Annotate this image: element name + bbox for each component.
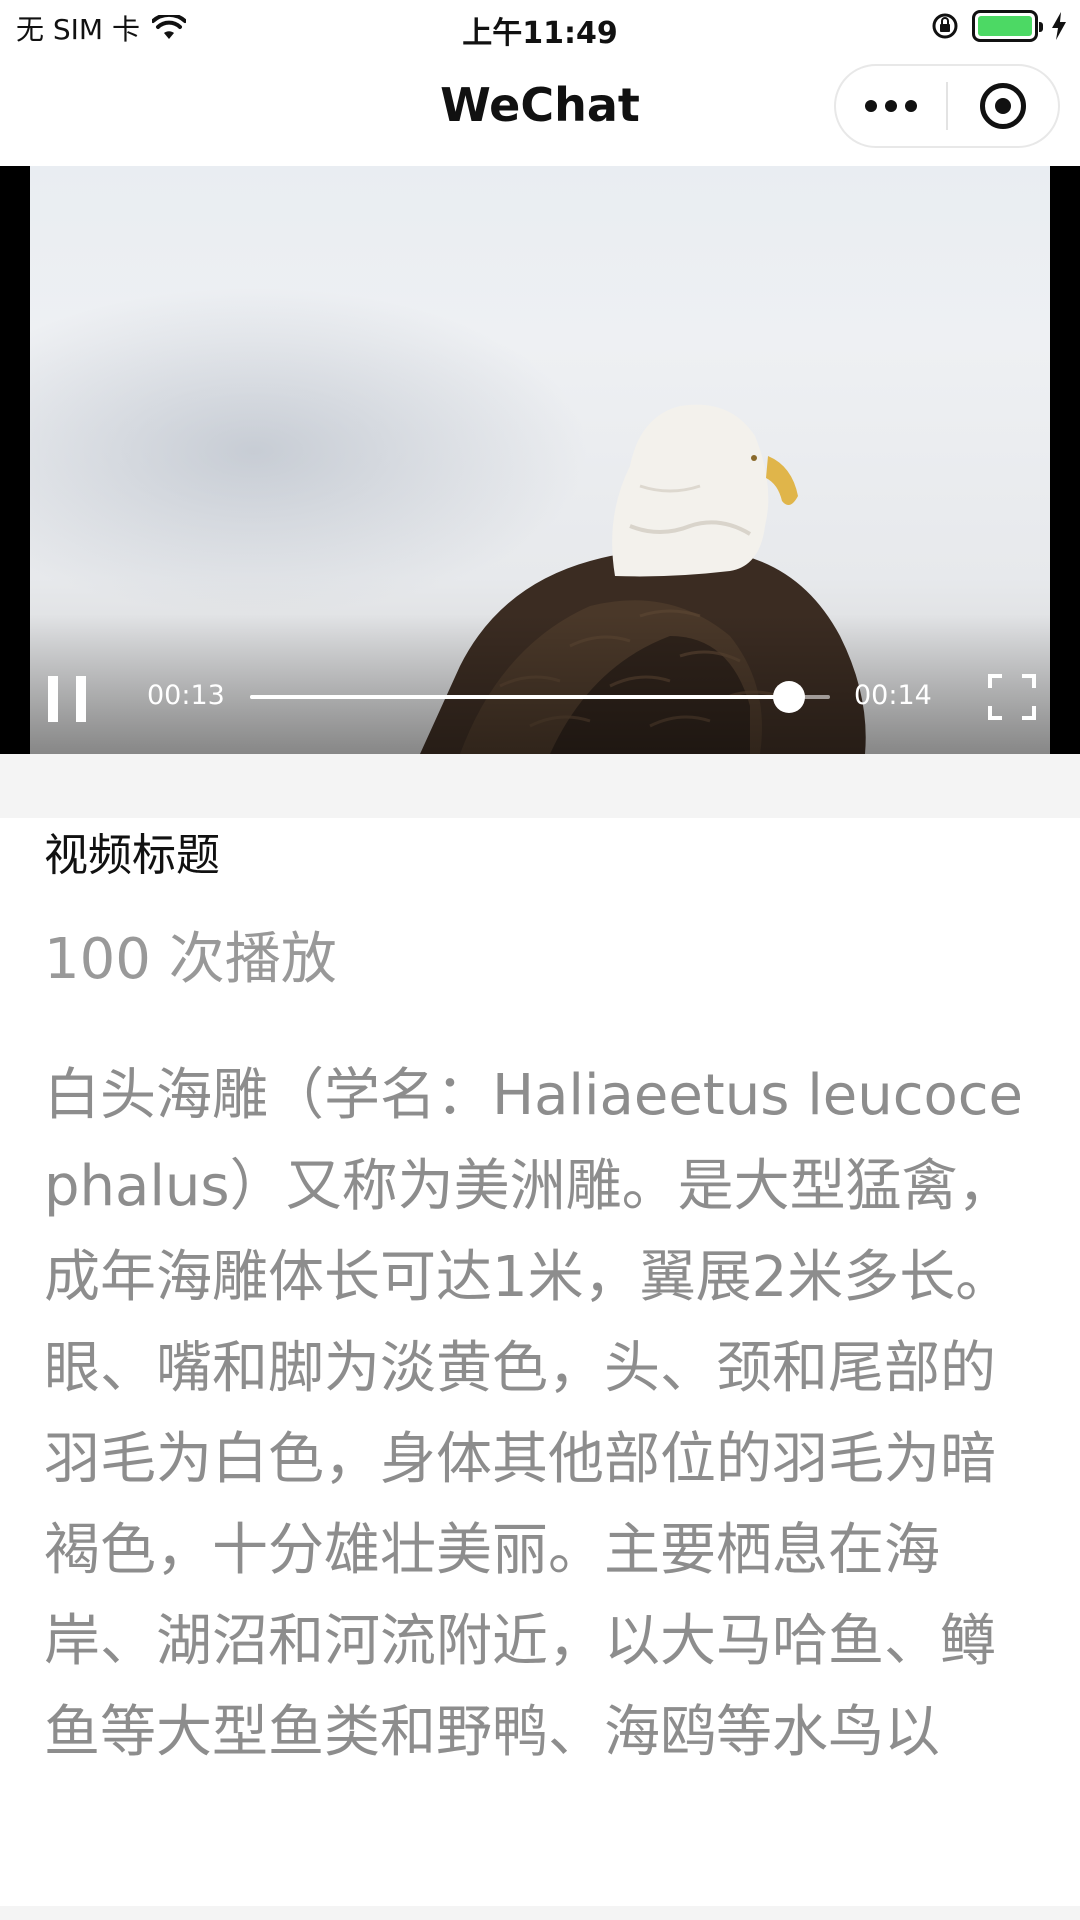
battery-icon	[972, 10, 1043, 42]
more-dots-icon	[865, 100, 917, 112]
video-frame	[30, 166, 1050, 754]
nav-bar: WeChat	[0, 54, 1080, 166]
mini-program-capsule	[834, 64, 1060, 148]
current-time: 00:13	[147, 680, 225, 711]
target-circle-icon	[980, 83, 1026, 129]
close-mini-program-button[interactable]	[948, 66, 1058, 146]
fullscreen-icon	[988, 674, 1036, 720]
status-bar: 无 SIM 卡 上午11:49	[0, 0, 1080, 54]
bottom-strip	[0, 1906, 1080, 1920]
fullscreen-button[interactable]	[988, 674, 1036, 720]
status-right	[930, 10, 1068, 42]
pause-icon	[48, 676, 88, 722]
battery-level	[978, 16, 1032, 36]
more-button[interactable]	[836, 66, 946, 146]
status-time: 上午11:49	[462, 16, 618, 51]
progress-slider[interactable]	[250, 681, 830, 713]
video-info: 视频标题 100 次播放 白头海雕（学名：Haliaeetus leucocep…	[0, 818, 1080, 1910]
video-title: 视频标题	[44, 830, 220, 881]
section-divider	[0, 754, 1080, 818]
duration: 00:14	[854, 680, 932, 711]
charging-bolt-icon	[1052, 12, 1066, 40]
orientation-lock-icon	[932, 13, 958, 39]
video-player[interactable]: 00:13 00:14	[0, 166, 1080, 754]
play-count: 100 次播放	[44, 927, 337, 992]
video-description: 白头海雕（学名：Haliaeetus leucocephalus）又称为美洲雕。…	[44, 1063, 1023, 1765]
pause-button[interactable]	[48, 676, 88, 722]
progress-played	[250, 695, 790, 699]
